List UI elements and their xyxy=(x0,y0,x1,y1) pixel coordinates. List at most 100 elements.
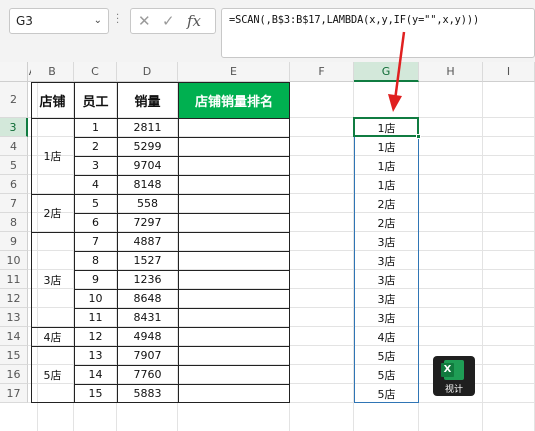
row-header-16[interactable]: 16 xyxy=(0,365,28,384)
row-header-12[interactable]: 12 xyxy=(0,289,28,308)
employee-cell[interactable]: 12 xyxy=(74,327,117,346)
sales-cell[interactable]: 7907 xyxy=(117,346,178,365)
column-header-h[interactable]: H xyxy=(419,62,483,82)
rank-cell[interactable] xyxy=(178,156,290,175)
sales-cell[interactable]: 7760 xyxy=(117,365,178,384)
row-header-6[interactable]: 6 xyxy=(0,175,28,194)
table-border xyxy=(31,82,32,403)
store-cell[interactable]: 4店 xyxy=(31,327,74,346)
row-header-17[interactable]: 17 xyxy=(0,384,28,403)
employee-cell[interactable]: 13 xyxy=(74,346,117,365)
sales-cell[interactable]: 7297 xyxy=(117,213,178,232)
employee-cell[interactable]: 10 xyxy=(74,289,117,308)
row-header-9[interactable]: 9 xyxy=(0,232,28,251)
sales-cell[interactable]: 2811 xyxy=(117,118,178,137)
formula-input[interactable]: =SCAN(,B$3:B$17,LAMBDA(x,y,IF(y="",x,y))… xyxy=(221,8,535,58)
table-border xyxy=(31,118,290,119)
sales-cell[interactable]: 8431 xyxy=(117,308,178,327)
employee-cell[interactable]: 7 xyxy=(74,232,117,251)
watermark-label: 视计 xyxy=(444,385,463,395)
sales-cell[interactable]: 5883 xyxy=(117,384,178,403)
rank-cell[interactable] xyxy=(178,365,290,384)
employee-cell[interactable]: 11 xyxy=(74,308,117,327)
insert-function-icon[interactable]: fx xyxy=(187,12,201,30)
sales-cell[interactable]: 4887 xyxy=(117,232,178,251)
rank-cell[interactable] xyxy=(178,251,290,270)
column-header-e[interactable]: E xyxy=(178,62,290,82)
table-border xyxy=(74,327,290,328)
scan-result-range xyxy=(354,118,419,403)
rank-cell[interactable] xyxy=(178,327,290,346)
row-header-5[interactable]: 5 xyxy=(0,156,28,175)
sales-cell[interactable]: 1527 xyxy=(117,251,178,270)
sales-cell[interactable]: 558 xyxy=(117,194,178,213)
table-border xyxy=(74,175,290,176)
sales-cell[interactable]: 8648 xyxy=(117,289,178,308)
rank-cell[interactable] xyxy=(178,213,290,232)
rank-cell[interactable] xyxy=(178,194,290,213)
row-header-14[interactable]: 14 xyxy=(0,327,28,346)
rank-cell[interactable] xyxy=(178,175,290,194)
active-cell[interactable] xyxy=(353,117,419,137)
table-border xyxy=(117,82,118,403)
formula-controls: ✕ ✓ fx xyxy=(130,8,216,34)
column-header-i[interactable]: I xyxy=(483,62,535,82)
name-box[interactable]: G3 ⌄ xyxy=(9,8,109,34)
employee-cell[interactable]: 2 xyxy=(74,137,117,156)
column-header-b[interactable]: B xyxy=(31,62,74,82)
employee-cell[interactable]: 8 xyxy=(74,251,117,270)
table-border xyxy=(74,232,290,233)
employee-cell[interactable]: 1 xyxy=(74,118,117,137)
row-header-11[interactable]: 11 xyxy=(0,270,28,289)
table-header-cell[interactable]: 店铺销量排名 xyxy=(178,82,290,118)
sales-cell[interactable]: 4948 xyxy=(117,327,178,346)
employee-cell[interactable]: 9 xyxy=(74,270,117,289)
rank-cell[interactable] xyxy=(178,137,290,156)
row-header-2[interactable]: 2 xyxy=(0,82,28,118)
rank-cell[interactable] xyxy=(178,308,290,327)
sales-cell[interactable]: 8148 xyxy=(117,175,178,194)
formula-text: =SCAN(,B$3:B$17,LAMBDA(x,y,IF(y="",x,y))… xyxy=(229,14,480,26)
sales-cell[interactable]: 1236 xyxy=(117,270,178,289)
row-header-10[interactable]: 10 xyxy=(0,251,28,270)
table-border xyxy=(74,137,290,138)
rank-cell[interactable] xyxy=(178,232,290,251)
employee-cell[interactable]: 6 xyxy=(74,213,117,232)
employee-cell[interactable]: 15 xyxy=(74,384,117,403)
row-header-15[interactable]: 15 xyxy=(0,346,28,365)
employee-cell[interactable]: 3 xyxy=(74,156,117,175)
store-cell[interactable]: 1店 xyxy=(31,118,74,194)
row-header-7[interactable]: 7 xyxy=(0,194,28,213)
fill-handle[interactable] xyxy=(416,134,421,139)
red-arrow-annotation xyxy=(388,31,406,112)
chevron-down-icon[interactable]: ⌄ xyxy=(94,9,102,33)
enter-icon[interactable]: ✓ xyxy=(162,12,175,30)
column-header-c[interactable]: C xyxy=(74,62,117,82)
rank-cell[interactable] xyxy=(178,384,290,403)
more-options-icon[interactable]: · · · xyxy=(116,11,119,29)
cancel-icon[interactable]: ✕ xyxy=(138,12,151,30)
table-border xyxy=(74,194,290,195)
row-header-8[interactable]: 8 xyxy=(0,213,28,232)
column-header-d[interactable]: D xyxy=(117,62,178,82)
table-header-cell[interactable]: 员工 xyxy=(74,82,117,118)
sales-cell[interactable]: 9704 xyxy=(117,156,178,175)
rank-cell[interactable] xyxy=(178,346,290,365)
table-header-cell[interactable]: 销量 xyxy=(117,82,178,118)
sales-cell[interactable]: 5299 xyxy=(117,137,178,156)
select-all-corner[interactable] xyxy=(0,62,28,82)
row-header-3[interactable]: 3 xyxy=(0,118,28,137)
employee-cell[interactable]: 14 xyxy=(74,365,117,384)
employee-cell[interactable]: 4 xyxy=(74,175,117,194)
store-cell[interactable]: 2店 xyxy=(31,194,74,232)
rank-cell[interactable] xyxy=(178,289,290,308)
rank-cell[interactable] xyxy=(178,118,290,137)
row-header-13[interactable]: 13 xyxy=(0,308,28,327)
store-cell[interactable]: 5店 xyxy=(31,346,74,403)
rank-cell[interactable] xyxy=(178,270,290,289)
table-header-cell[interactable]: 店铺 xyxy=(31,82,74,118)
employee-cell[interactable]: 5 xyxy=(74,194,117,213)
column-header-f[interactable]: F xyxy=(290,62,354,82)
store-cell[interactable]: 3店 xyxy=(31,232,74,327)
row-header-4[interactable]: 4 xyxy=(0,137,28,156)
